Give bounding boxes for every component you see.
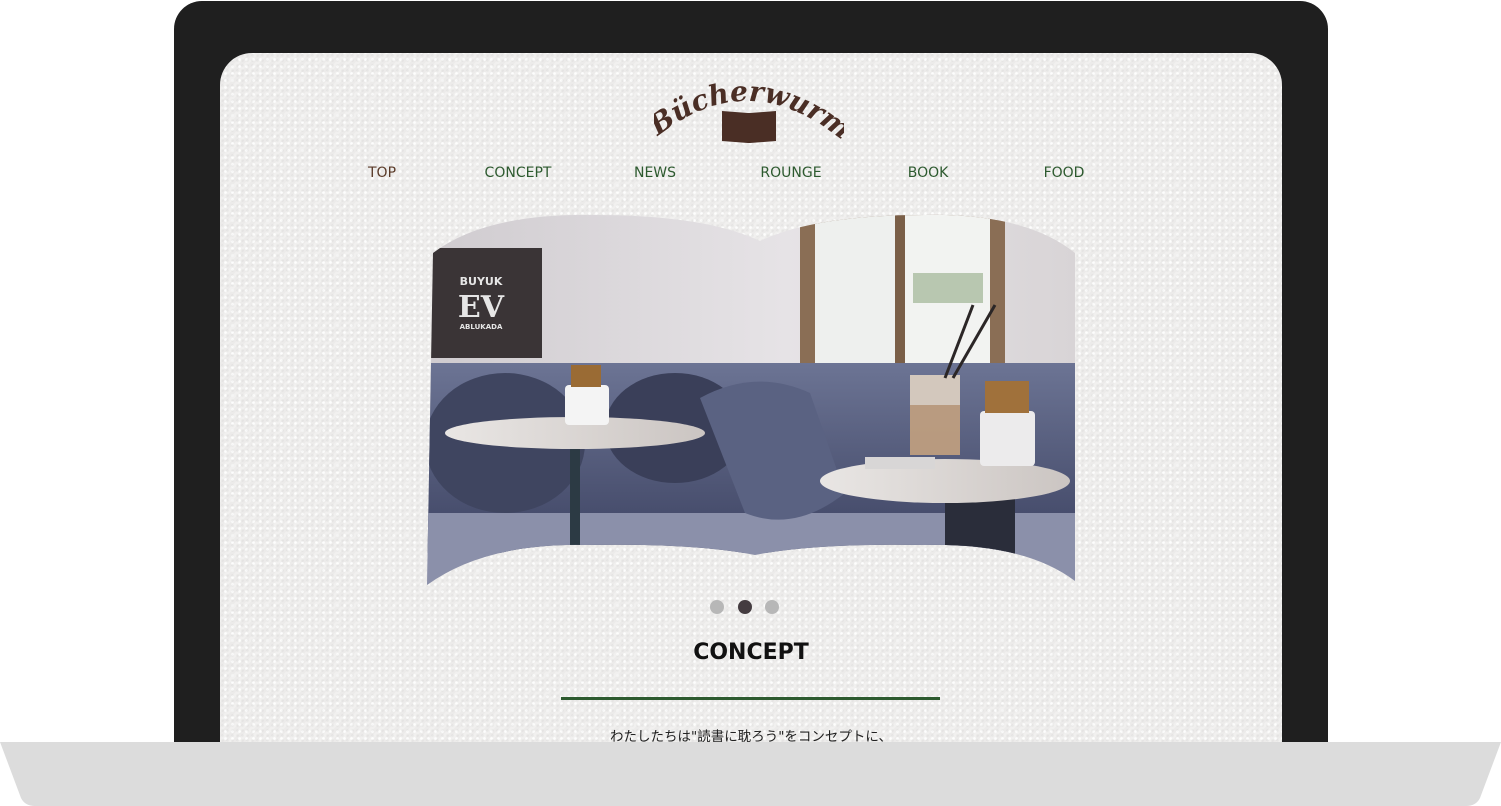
page: Bücherwurm TOP CONCEPT NEWS ROUNGE BOOK … (0, 0, 1501, 806)
nav-book[interactable]: BOOK (908, 165, 949, 181)
laptop-screen: Bücherwurm TOP CONCEPT NEWS ROUNGE BOOK … (220, 53, 1282, 753)
laptop-base (0, 742, 1501, 806)
nav-rounge[interactable]: ROUNGE (760, 165, 821, 181)
poster-line-3: ABLUKADA (460, 323, 503, 331)
slider-pagination (710, 600, 790, 614)
nav-top[interactable]: TOP (368, 165, 396, 181)
main-nav: TOP CONCEPT NEWS ROUNGE BOOK FOOD (220, 165, 1282, 187)
site-logo[interactable]: Bücherwurm (654, 75, 844, 147)
slide-dot-2[interactable] (738, 600, 752, 614)
nav-concept[interactable]: CONCEPT (485, 165, 552, 181)
book-icon (722, 111, 776, 143)
slide-dot-1[interactable] (710, 600, 724, 614)
hero-slide-image: BUYUK EV ABLUKADA (427, 214, 1075, 585)
poster-line-1: BUYUK (460, 275, 503, 288)
section-divider (561, 697, 940, 700)
slide-dot-3[interactable] (765, 600, 779, 614)
nav-news[interactable]: NEWS (634, 165, 676, 181)
poster-line-2: EV (458, 290, 505, 325)
nav-food[interactable]: FOOD (1044, 165, 1085, 181)
concept-heading: CONCEPT (693, 640, 809, 665)
